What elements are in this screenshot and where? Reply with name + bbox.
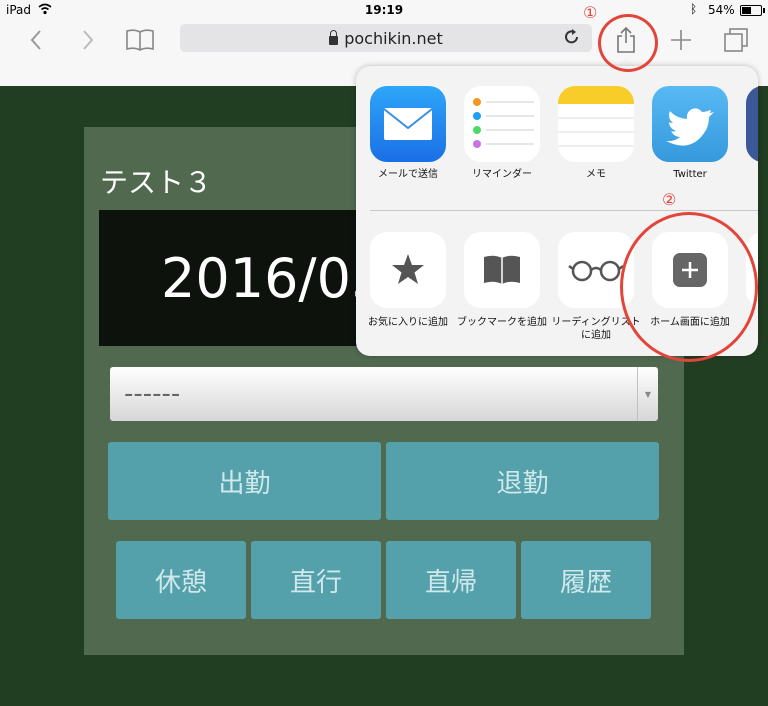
chevron-right-icon — [83, 30, 94, 50]
new-tab-button[interactable] — [663, 22, 699, 58]
battery-icon — [740, 5, 765, 16]
share-sheet-divider — [370, 210, 758, 211]
twitter-app-button[interactable] — [652, 86, 728, 162]
step-2-marker: ② — [662, 190, 677, 209]
direct-go-button[interactable]: 直行 — [251, 541, 381, 619]
bookmarks-button[interactable] — [122, 22, 158, 58]
twitter-label: Twitter — [673, 169, 707, 180]
status-bar: iPad 19:19 ᛒ 54% — [0, 0, 768, 20]
tabs-icon — [724, 28, 748, 52]
clock-out-button[interactable]: 退勤 — [386, 442, 659, 520]
tabs-button[interactable] — [718, 22, 754, 58]
battery-fill — [742, 7, 751, 14]
lock-icon — [329, 29, 339, 45]
add-bookmark-button[interactable] — [464, 232, 540, 308]
url-text: pochikin.net — [344, 28, 443, 48]
select-value: ------ — [124, 379, 181, 409]
book-icon — [126, 29, 154, 51]
step-1-marker: ① — [583, 3, 598, 22]
reminders-icon — [473, 98, 534, 148]
star-icon — [392, 254, 424, 284]
reminders-app-button[interactable] — [464, 86, 540, 162]
add-to-favorites-button[interactable] — [370, 232, 446, 308]
history-button[interactable]: 履歴 — [521, 541, 651, 619]
dropdown-arrow-icon: ▼ — [637, 367, 658, 421]
status-select[interactable]: ------ ▼ — [110, 367, 658, 421]
break-button[interactable]: 休憩 — [116, 541, 246, 619]
notes-label: メモ — [586, 169, 606, 180]
share-highlight-circle — [598, 14, 658, 72]
add-to-favorites-label: お気に入りに追加 — [368, 317, 448, 328]
direct-return-button[interactable]: 直帰 — [386, 541, 516, 619]
forward-button[interactable] — [70, 22, 106, 58]
glasses-icon — [568, 260, 624, 282]
book-icon — [484, 255, 520, 284]
address-bar[interactable]: pochikin.net — [180, 24, 592, 52]
chevron-left-icon — [30, 30, 41, 50]
back-button[interactable] — [18, 22, 54, 58]
datetime-text: 2016/05 — [161, 246, 386, 310]
clock-in-button[interactable]: 出勤 — [108, 442, 381, 520]
status-time: 19:19 — [364, 3, 404, 17]
add-bookmark-label: ブックマークを追加 — [457, 317, 547, 328]
reminders-label: リマインダー — [472, 169, 532, 180]
mail-icon — [383, 108, 433, 140]
reload-icon[interactable] — [564, 28, 580, 46]
page-title: テスト３ — [100, 166, 213, 199]
notes-icon — [558, 86, 634, 147]
battery-percent: 54% — [708, 3, 735, 17]
twitter-icon — [666, 108, 714, 146]
mail-app-button[interactable] — [370, 86, 446, 162]
mail-label: メールで送信 — [378, 169, 438, 180]
home-screen-highlight-circle — [620, 212, 758, 362]
next-app-button[interactable] — [746, 86, 758, 162]
notes-app-button[interactable] — [558, 86, 634, 162]
bluetooth-icon: ᛒ — [690, 2, 698, 16]
plus-icon — [671, 30, 691, 50]
